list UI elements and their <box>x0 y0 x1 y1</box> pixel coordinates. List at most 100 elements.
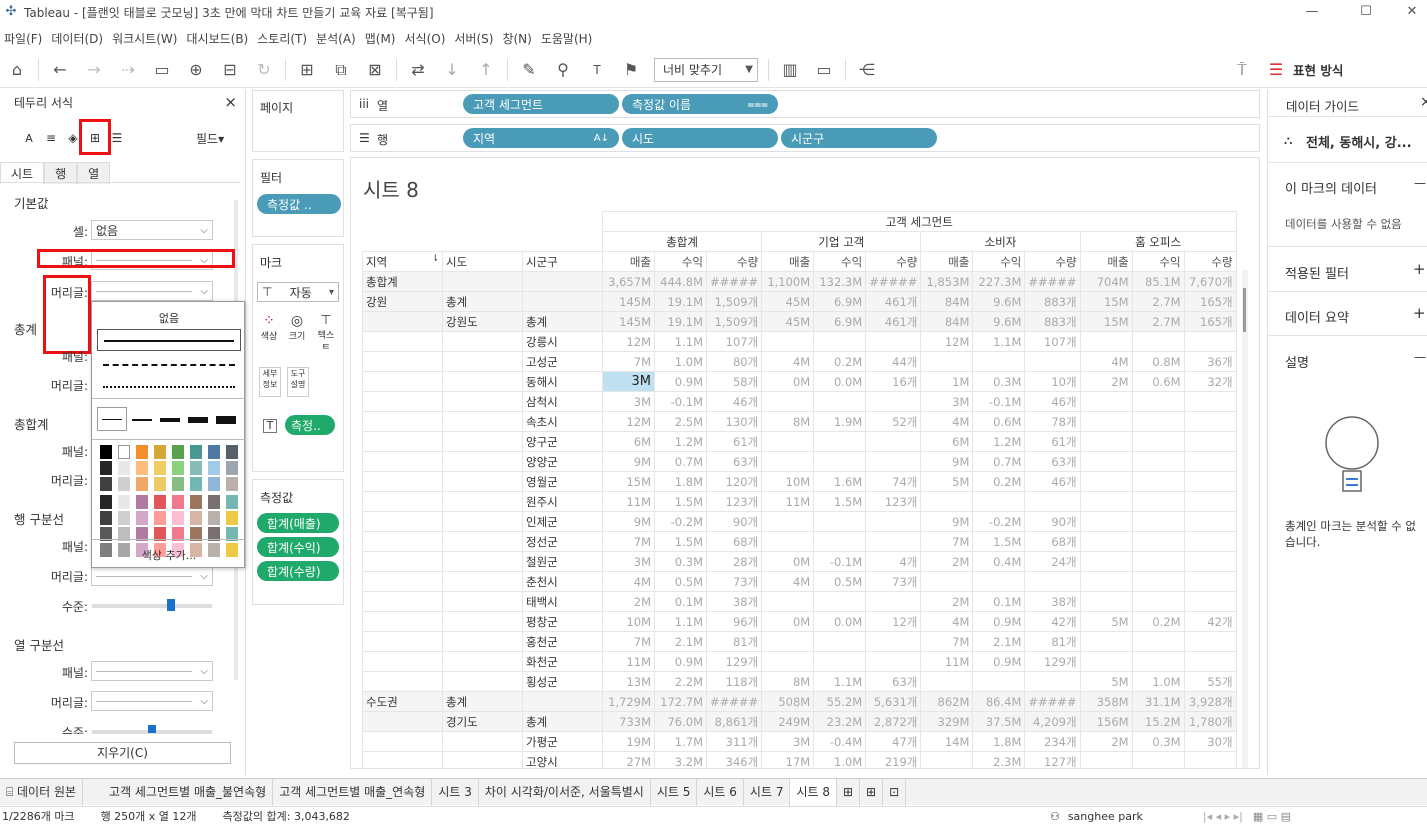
value-cell[interactable] <box>920 671 974 692</box>
color-swatch[interactable] <box>172 477 184 491</box>
value-cell[interactable]: 127개 <box>1024 751 1081 768</box>
value-cell[interactable]: 0.2M <box>813 351 867 372</box>
value-cell[interactable]: 5M <box>1079 671 1133 692</box>
detail-button[interactable]: 세부 정보 <box>259 367 281 397</box>
value-cell[interactable]: 1.5M <box>654 491 707 512</box>
row-header-region[interactable]: 지역 ⇂ <box>362 251 443 272</box>
value-cell[interactable]: 9M <box>602 511 655 532</box>
value-cell[interactable]: 61개 <box>1024 431 1081 452</box>
value-cell[interactable] <box>1131 331 1185 352</box>
value-cell[interactable]: 85.1M <box>1131 271 1185 292</box>
solid-line-option[interactable] <box>97 329 241 351</box>
value-cell[interactable]: 0.9M <box>972 611 1026 632</box>
color-swatch[interactable] <box>226 495 238 509</box>
value-cell[interactable]: 23.2M <box>813 711 867 732</box>
menu-map[interactable]: 맵(M) <box>361 30 401 47</box>
value-cell[interactable] <box>1131 751 1185 768</box>
value-cell[interactable]: 46개 <box>1024 391 1081 412</box>
menu-format[interactable]: 서식(O) <box>401 30 451 47</box>
value-cell[interactable] <box>1079 551 1133 572</box>
undo-icon[interactable]: ← <box>49 59 71 81</box>
value-cell[interactable] <box>813 631 867 652</box>
value-cell[interactable]: 68개 <box>705 531 763 552</box>
value-cell[interactable]: 96개 <box>705 611 763 632</box>
color-swatch[interactable] <box>100 461 112 475</box>
value-cell[interactable]: 7M <box>920 531 974 552</box>
value-cell[interactable]: 11M <box>761 491 815 512</box>
value-cell[interactable]: 120개 <box>705 471 763 492</box>
value-cell[interactable]: 1,729M <box>602 691 655 712</box>
value-cell[interactable] <box>1079 331 1133 352</box>
value-cell[interactable] <box>1079 651 1133 672</box>
value-cell[interactable]: 1,780개 <box>1183 711 1237 732</box>
value-cell[interactable]: 46개 <box>705 391 763 412</box>
value-cell[interactable]: 2.1M <box>654 631 707 652</box>
value-cell[interactable]: 311개 <box>705 731 763 752</box>
value-cell[interactable]: ##### <box>1024 271 1081 292</box>
value-cell[interactable]: ##### <box>705 691 763 712</box>
expand-icon[interactable]: + <box>1413 260 1426 278</box>
value-cell[interactable]: 6.9M <box>813 311 867 332</box>
sheet-tab[interactable]: 시트 5 <box>651 778 698 806</box>
value-cell[interactable] <box>1183 751 1237 768</box>
value-cell[interactable]: 0.9M <box>972 651 1026 672</box>
value-cell[interactable] <box>972 351 1026 372</box>
value-cell[interactable]: 61개 <box>705 431 763 452</box>
color-swatch[interactable] <box>172 511 184 525</box>
value-cell[interactable]: 0.7M <box>654 451 707 472</box>
color-swatch[interactable] <box>154 511 166 525</box>
value-cell[interactable]: 12개 <box>865 611 922 632</box>
tab-rows[interactable]: 행 <box>44 162 78 184</box>
value-cell[interactable] <box>920 351 974 372</box>
pause-updates-icon[interactable]: ⊟ <box>219 59 241 81</box>
column-pill-measure-names[interactable]: 측정값 이름 ⩶ <box>622 94 778 114</box>
value-cell[interactable]: 47개 <box>865 731 922 752</box>
color-swatch[interactable] <box>118 511 130 525</box>
value-cell[interactable]: 2M <box>1079 371 1133 392</box>
value-cell[interactable]: 73개 <box>865 571 922 592</box>
value-cell[interactable]: 78개 <box>1024 411 1081 432</box>
value-cell[interactable]: 9.6M <box>972 291 1026 312</box>
value-cell[interactable]: 11M <box>602 651 655 672</box>
value-cell[interactable]: 7,670개 <box>1183 271 1237 292</box>
value-cell[interactable]: 0M <box>761 371 815 392</box>
close-icon[interactable]: × <box>224 93 237 111</box>
value-cell[interactable]: 2.7M <box>1131 311 1185 332</box>
value-cell[interactable]: -0.2M <box>654 511 707 532</box>
value-cell[interactable] <box>761 431 815 452</box>
add-color-option[interactable]: 색상 추가... <box>92 547 246 563</box>
border-none-option[interactable]: 없음 <box>92 310 246 326</box>
value-cell[interactable]: 1.8M <box>654 471 707 492</box>
value-cell[interactable]: 8,861개 <box>705 711 763 732</box>
value-cell[interactable] <box>813 651 867 672</box>
value-cell[interactable]: 0M <box>761 611 815 632</box>
sheet-tab[interactable]: 고객 세그먼트별 매출_불연속형 <box>83 778 274 806</box>
value-cell[interactable]: 5M <box>1079 611 1133 632</box>
value-cell[interactable]: 733M <box>602 711 655 732</box>
value-cell[interactable]: 1.1M <box>654 611 707 632</box>
color-swatch[interactable] <box>154 495 166 509</box>
color-swatch[interactable] <box>118 461 130 475</box>
value-cell[interactable]: 45M <box>761 291 815 312</box>
value-cell[interactable] <box>761 451 815 472</box>
highlight-icon[interactable]: ✎ <box>518 59 540 81</box>
color-swatch[interactable] <box>208 511 220 525</box>
sheet-tab[interactable]: 시트 6 <box>697 778 744 806</box>
color-swatch[interactable] <box>154 445 166 459</box>
menu-analysis[interactable]: 분석(A) <box>312 30 361 47</box>
value-cell[interactable]: 38개 <box>705 591 763 612</box>
value-cell[interactable] <box>1131 451 1185 472</box>
value-cell[interactable]: 165개 <box>1183 291 1237 312</box>
ask-data-icon[interactable]: ⍑ <box>1231 59 1253 81</box>
value-cell[interactable]: 0.9M <box>654 371 707 392</box>
fit-dropdown[interactable]: 너비 맞추기 ▼ <box>654 57 758 82</box>
value-cell[interactable]: 4M <box>920 411 974 432</box>
color-swatch[interactable] <box>136 495 148 509</box>
col-divider-header-dropdown[interactable]: ⌵ <box>91 691 213 711</box>
value-cell[interactable]: 2.7M <box>1131 291 1185 312</box>
value-cell[interactable] <box>972 571 1026 592</box>
redo-icon[interactable]: → <box>83 59 105 81</box>
value-cell[interactable]: 1.9M <box>813 411 867 432</box>
dotted-line-option[interactable] <box>103 386 235 388</box>
value-cell[interactable] <box>1024 491 1081 512</box>
